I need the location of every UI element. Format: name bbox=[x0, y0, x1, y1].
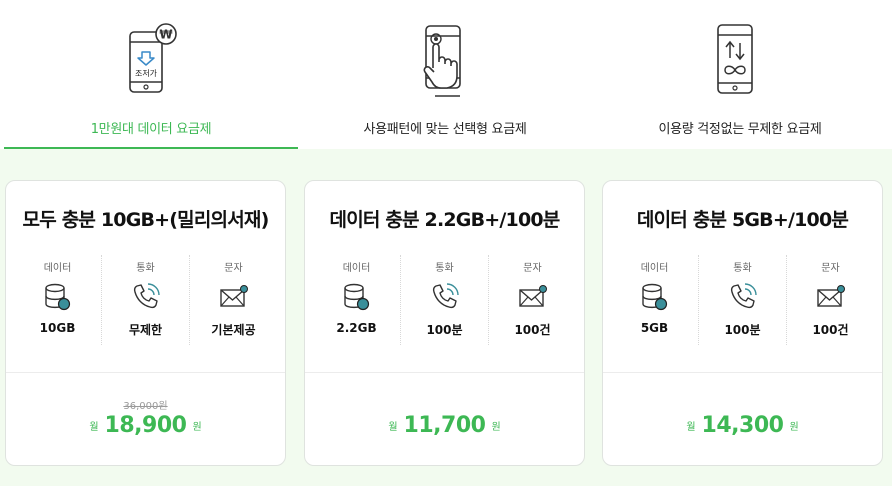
price: 월 14,300 원 bbox=[603, 413, 882, 438]
plan-title: 데이터 충분 2.2GB+/100분 bbox=[329, 209, 561, 231]
tab-budget-plan[interactable]: ₩ 조저가 1만원대 데이터 요금제 bbox=[4, 0, 298, 149]
price-prefix: 월 bbox=[686, 422, 696, 433]
price-amount: 18,900 bbox=[104, 413, 187, 438]
feature-data: 데이터 5GB bbox=[611, 255, 698, 345]
divider bbox=[6, 372, 285, 373]
tab-unlimited-plan[interactable]: 이용량 걱정없는 무제한 요금제 bbox=[592, 0, 888, 149]
feature-label: 데이터 bbox=[43, 263, 72, 274]
feature-label: 통화 bbox=[435, 263, 454, 274]
plan-features: 데이터 10GB 통화 무제한 문자 기본제공 bbox=[14, 255, 277, 345]
tab-selectable-plan[interactable]: 사용패턴에 맞는 선택형 요금제 bbox=[298, 0, 592, 149]
phone-call-icon bbox=[432, 283, 459, 309]
price-suffix: 원 bbox=[491, 422, 501, 433]
feature-sms: 문자 100건 bbox=[786, 255, 874, 345]
plan-features: 데이터 2.2GB 통화 100분 문자 100건 bbox=[313, 255, 576, 345]
feature-label: 통화 bbox=[733, 263, 752, 274]
price-amount: 14,300 bbox=[701, 413, 784, 438]
feature-call: 통화 무제한 bbox=[101, 255, 189, 345]
price: 월 11,700 원 bbox=[305, 413, 584, 438]
feature-value: 2.2GB bbox=[336, 321, 377, 335]
database-icon bbox=[343, 283, 369, 311]
plan-list: 모두 충분 10GB+(밀리의서재) 데이터 10GB 통화 무제한 문자 기본… bbox=[0, 149, 892, 486]
divider bbox=[305, 372, 584, 373]
feature-data: 데이터 2.2GB bbox=[313, 255, 400, 345]
feature-value: 10GB bbox=[39, 321, 76, 335]
feature-value: 100건 bbox=[514, 323, 551, 337]
envelope-icon bbox=[518, 285, 547, 307]
envelope-icon bbox=[219, 285, 248, 307]
plan-title: 데이터 충분 5GB+/100분 bbox=[636, 209, 849, 231]
feature-call: 통화 100분 bbox=[400, 255, 488, 345]
tab-label: 1만원대 데이터 요금제 bbox=[90, 122, 212, 137]
phone-call-icon bbox=[730, 283, 757, 309]
feature-label: 데이터 bbox=[640, 263, 669, 274]
plan-title: 모두 충분 10GB+(밀리의서재) bbox=[22, 209, 270, 231]
envelope-icon bbox=[816, 285, 845, 307]
price-prefix: 월 bbox=[388, 422, 398, 433]
feature-value: 기본제공 bbox=[211, 323, 256, 337]
tab-label: 이용량 걱정없는 무제한 요금제 bbox=[658, 122, 822, 137]
plan-category-tabs: ₩ 조저가 1만원대 데이터 요금제 사용패턴에 맞는 선택형 요금제 이용량 … bbox=[0, 0, 892, 149]
feature-label: 문자 bbox=[523, 263, 542, 274]
phone-tap-icon bbox=[423, 25, 461, 97]
database-icon bbox=[641, 283, 667, 311]
phone-won-save-icon: ₩ 조저가 bbox=[129, 23, 177, 93]
price-amount: 11,700 bbox=[403, 413, 486, 438]
feature-value: 100건 bbox=[812, 323, 849, 337]
feature-label: 데이터 bbox=[342, 263, 371, 274]
plan-card[interactable]: 데이터 충분 2.2GB+/100분 데이터 2.2GB 통화 100분 문자 … bbox=[304, 180, 585, 466]
divider bbox=[603, 372, 882, 373]
feature-value: 5GB bbox=[640, 321, 669, 335]
phone-icon-caption: 조저가 bbox=[135, 69, 158, 78]
feature-value: 무제한 bbox=[128, 323, 163, 337]
feature-data: 데이터 10GB bbox=[14, 255, 101, 345]
price-suffix: 원 bbox=[789, 422, 799, 433]
feature-label: 문자 bbox=[224, 263, 243, 274]
feature-call: 통화 100분 bbox=[698, 255, 786, 345]
feature-sms: 문자 100건 bbox=[488, 255, 576, 345]
plan-card[interactable]: 데이터 충분 5GB+/100분 데이터 5GB 통화 100분 문자 100건… bbox=[602, 180, 883, 466]
feature-sms: 문자 기본제공 bbox=[189, 255, 277, 345]
feature-label: 통화 bbox=[136, 263, 155, 274]
phone-infinity-icon bbox=[717, 24, 753, 94]
feature-label: 문자 bbox=[821, 263, 840, 274]
original-price: 36,000원 bbox=[123, 401, 168, 412]
price: 월 18,900 원 bbox=[6, 413, 285, 438]
svg-text:₩: ₩ bbox=[159, 28, 173, 42]
database-icon bbox=[44, 283, 70, 311]
price-prefix: 월 bbox=[89, 422, 99, 433]
plan-card[interactable]: 모두 충분 10GB+(밀리의서재) 데이터 10GB 통화 무제한 문자 기본… bbox=[5, 180, 286, 466]
tab-label: 사용패턴에 맞는 선택형 요금제 bbox=[363, 122, 527, 137]
plan-features: 데이터 5GB 통화 100분 문자 100건 bbox=[611, 255, 874, 345]
feature-value: 100분 bbox=[426, 323, 463, 337]
feature-value: 100분 bbox=[724, 323, 761, 337]
phone-call-icon bbox=[133, 283, 160, 309]
price-suffix: 원 bbox=[192, 422, 202, 433]
